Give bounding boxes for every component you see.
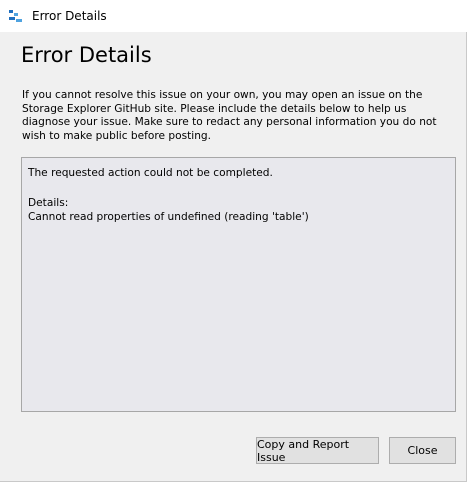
dialog-description: If you cannot resolve this issue on your… — [22, 89, 437, 142]
dialog-heading: Error Details — [21, 43, 152, 67]
title-bar[interactable]: Error Details — [0, 0, 467, 32]
window-title: Error Details — [32, 9, 107, 23]
details-label: Details: — [28, 196, 69, 209]
error-details-textbox[interactable]: The requested action could not be comple… — [21, 157, 456, 412]
error-details-window: Error Details Error Details If you canno… — [0, 0, 467, 482]
error-message: Cannot read properties of undefined (rea… — [28, 211, 309, 223]
storage-explorer-icon — [8, 8, 24, 24]
background-area — [467, 0, 474, 486]
error-summary: The requested action could not be comple… — [28, 167, 273, 179]
background-area-bottom — [0, 482, 474, 486]
copy-and-report-issue-button[interactable]: Copy and Report Issue — [256, 437, 379, 464]
close-button[interactable]: Close — [389, 437, 456, 464]
